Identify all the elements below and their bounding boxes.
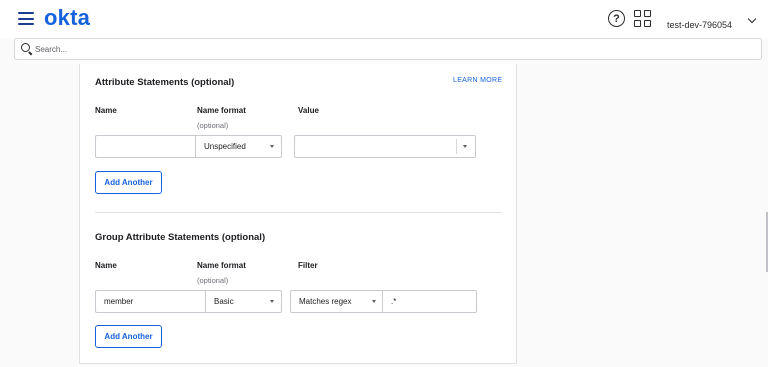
section-divider — [95, 212, 502, 213]
group-name-format-optional: (optional) — [197, 276, 229, 285]
group-name-format-select[interactable]: Basic — [205, 290, 282, 313]
caret-down-icon — [270, 300, 274, 303]
group-filter-value-input[interactable]: .* — [382, 290, 477, 313]
learn-more-link[interactable]: LEARN MORE — [453, 77, 502, 84]
caret-down-icon — [372, 300, 376, 303]
attr-value-select[interactable] — [294, 135, 476, 158]
add-another-attribute-button[interactable]: Add Another — [95, 171, 162, 194]
group-filter-type-select[interactable]: Matches regex — [290, 290, 383, 313]
group-filter-type-value: Matches regex — [299, 297, 352, 306]
help-icon[interactable]: ? — [608, 10, 625, 27]
caret-down-icon — [463, 145, 467, 148]
group-name-label: Name — [95, 261, 117, 270]
apps-grid-icon[interactable] — [634, 10, 651, 27]
attribute-statements-title: Attribute Statements (optional) — [95, 77, 235, 88]
group-name-format-value: Basic — [214, 297, 234, 306]
hamburger-menu-icon[interactable] — [18, 12, 34, 25]
group-name-input[interactable]: member — [95, 290, 205, 313]
attr-name-format-value: Unspecified — [204, 142, 246, 151]
group-attribute-statements-title: Group Attribute Statements (optional) — [95, 232, 266, 243]
group-name-value: member — [104, 297, 134, 306]
select-separator — [456, 139, 457, 154]
okta-logo[interactable]: okta — [44, 5, 90, 31]
search-bar — [14, 38, 762, 60]
add-another-group-attribute-button[interactable]: Add Another — [95, 325, 162, 348]
attr-name-format-label: Name format — [197, 106, 246, 115]
attr-name-format-select[interactable]: Unspecified — [195, 135, 282, 158]
group-filter-value: .* — [391, 297, 397, 306]
caret-down-icon — [270, 145, 274, 148]
search-input[interactable] — [35, 42, 735, 57]
attr-value-label: Value — [298, 106, 319, 115]
chevron-down-icon[interactable] — [747, 14, 757, 24]
group-name-format-label: Name format — [197, 261, 246, 270]
search-icon — [21, 43, 30, 52]
attr-name-label: Name — [95, 106, 117, 115]
top-header: okta ? test-dev-796054 — [0, 0, 768, 38]
attr-name-input[interactable] — [95, 135, 196, 158]
org-name[interactable]: test-dev-796054 — [667, 20, 732, 30]
attr-name-format-optional: (optional) — [197, 121, 229, 130]
group-filter-label: Filter — [298, 261, 318, 270]
